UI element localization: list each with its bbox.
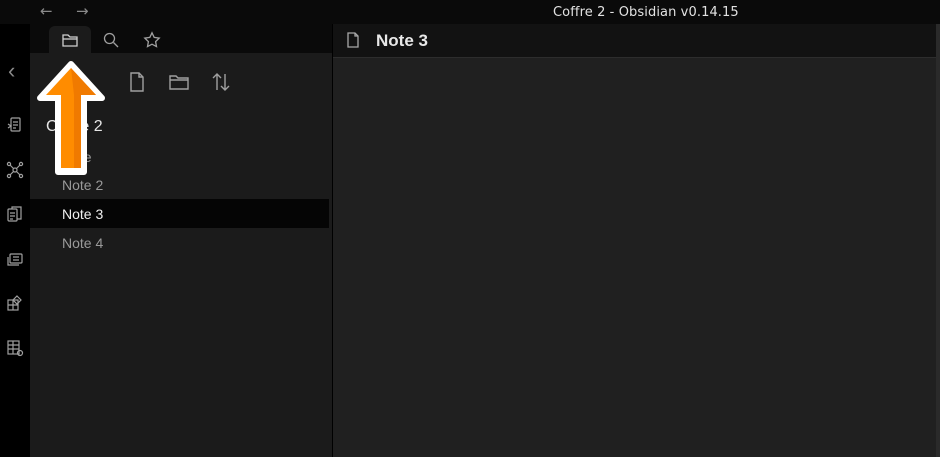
left-ribbon: ‹ bbox=[0, 24, 30, 457]
sort-icon bbox=[212, 73, 230, 91]
file-item-active[interactable]: Note 3 bbox=[30, 199, 329, 228]
forward-button[interactable]: → bbox=[76, 2, 89, 20]
up-arrow-icon bbox=[37, 61, 105, 175]
sidebar-tab-bar bbox=[30, 24, 332, 53]
tab-starred[interactable] bbox=[131, 26, 173, 53]
new-note-icon bbox=[130, 72, 144, 92]
tab-search[interactable] bbox=[90, 26, 132, 53]
document-icon bbox=[347, 32, 359, 48]
add-block-icon[interactable] bbox=[6, 294, 24, 312]
new-folder-icon bbox=[169, 75, 189, 90]
file-item-label: Note 2 bbox=[62, 176, 104, 193]
folder-icon bbox=[62, 33, 78, 47]
copy-document-icon[interactable] bbox=[6, 205, 24, 223]
window-title: Coffre 2 - Obsidian v0.14.15 bbox=[553, 5, 739, 20]
title-bar: ← → Coffre 2 - Obsidian v0.14.15 bbox=[0, 0, 940, 24]
new-folder-button[interactable] bbox=[167, 70, 191, 94]
file-item-label: Note 4 bbox=[62, 234, 104, 251]
file-item-label: Note 3 bbox=[62, 205, 104, 222]
tab-file-explorer[interactable] bbox=[49, 26, 91, 53]
sort-button[interactable] bbox=[209, 70, 233, 94]
search-icon bbox=[103, 32, 119, 47]
scrollbar[interactable] bbox=[936, 24, 940, 457]
note-title[interactable]: Note 3 bbox=[376, 31, 428, 51]
star-icon bbox=[143, 30, 161, 48]
graph-view-icon[interactable] bbox=[6, 161, 24, 179]
editor-body[interactable] bbox=[333, 58, 940, 457]
editor-header: Note 3 bbox=[333, 24, 940, 58]
collapse-sidebar-button[interactable]: ‹ bbox=[8, 58, 15, 84]
back-button[interactable]: ← bbox=[40, 2, 53, 20]
new-note-button[interactable] bbox=[125, 70, 149, 94]
file-item[interactable]: Note 4 bbox=[30, 228, 329, 257]
open-quick-switcher-icon[interactable] bbox=[6, 116, 24, 134]
table-settings-icon[interactable] bbox=[6, 339, 24, 357]
slides-icon[interactable] bbox=[6, 250, 24, 268]
